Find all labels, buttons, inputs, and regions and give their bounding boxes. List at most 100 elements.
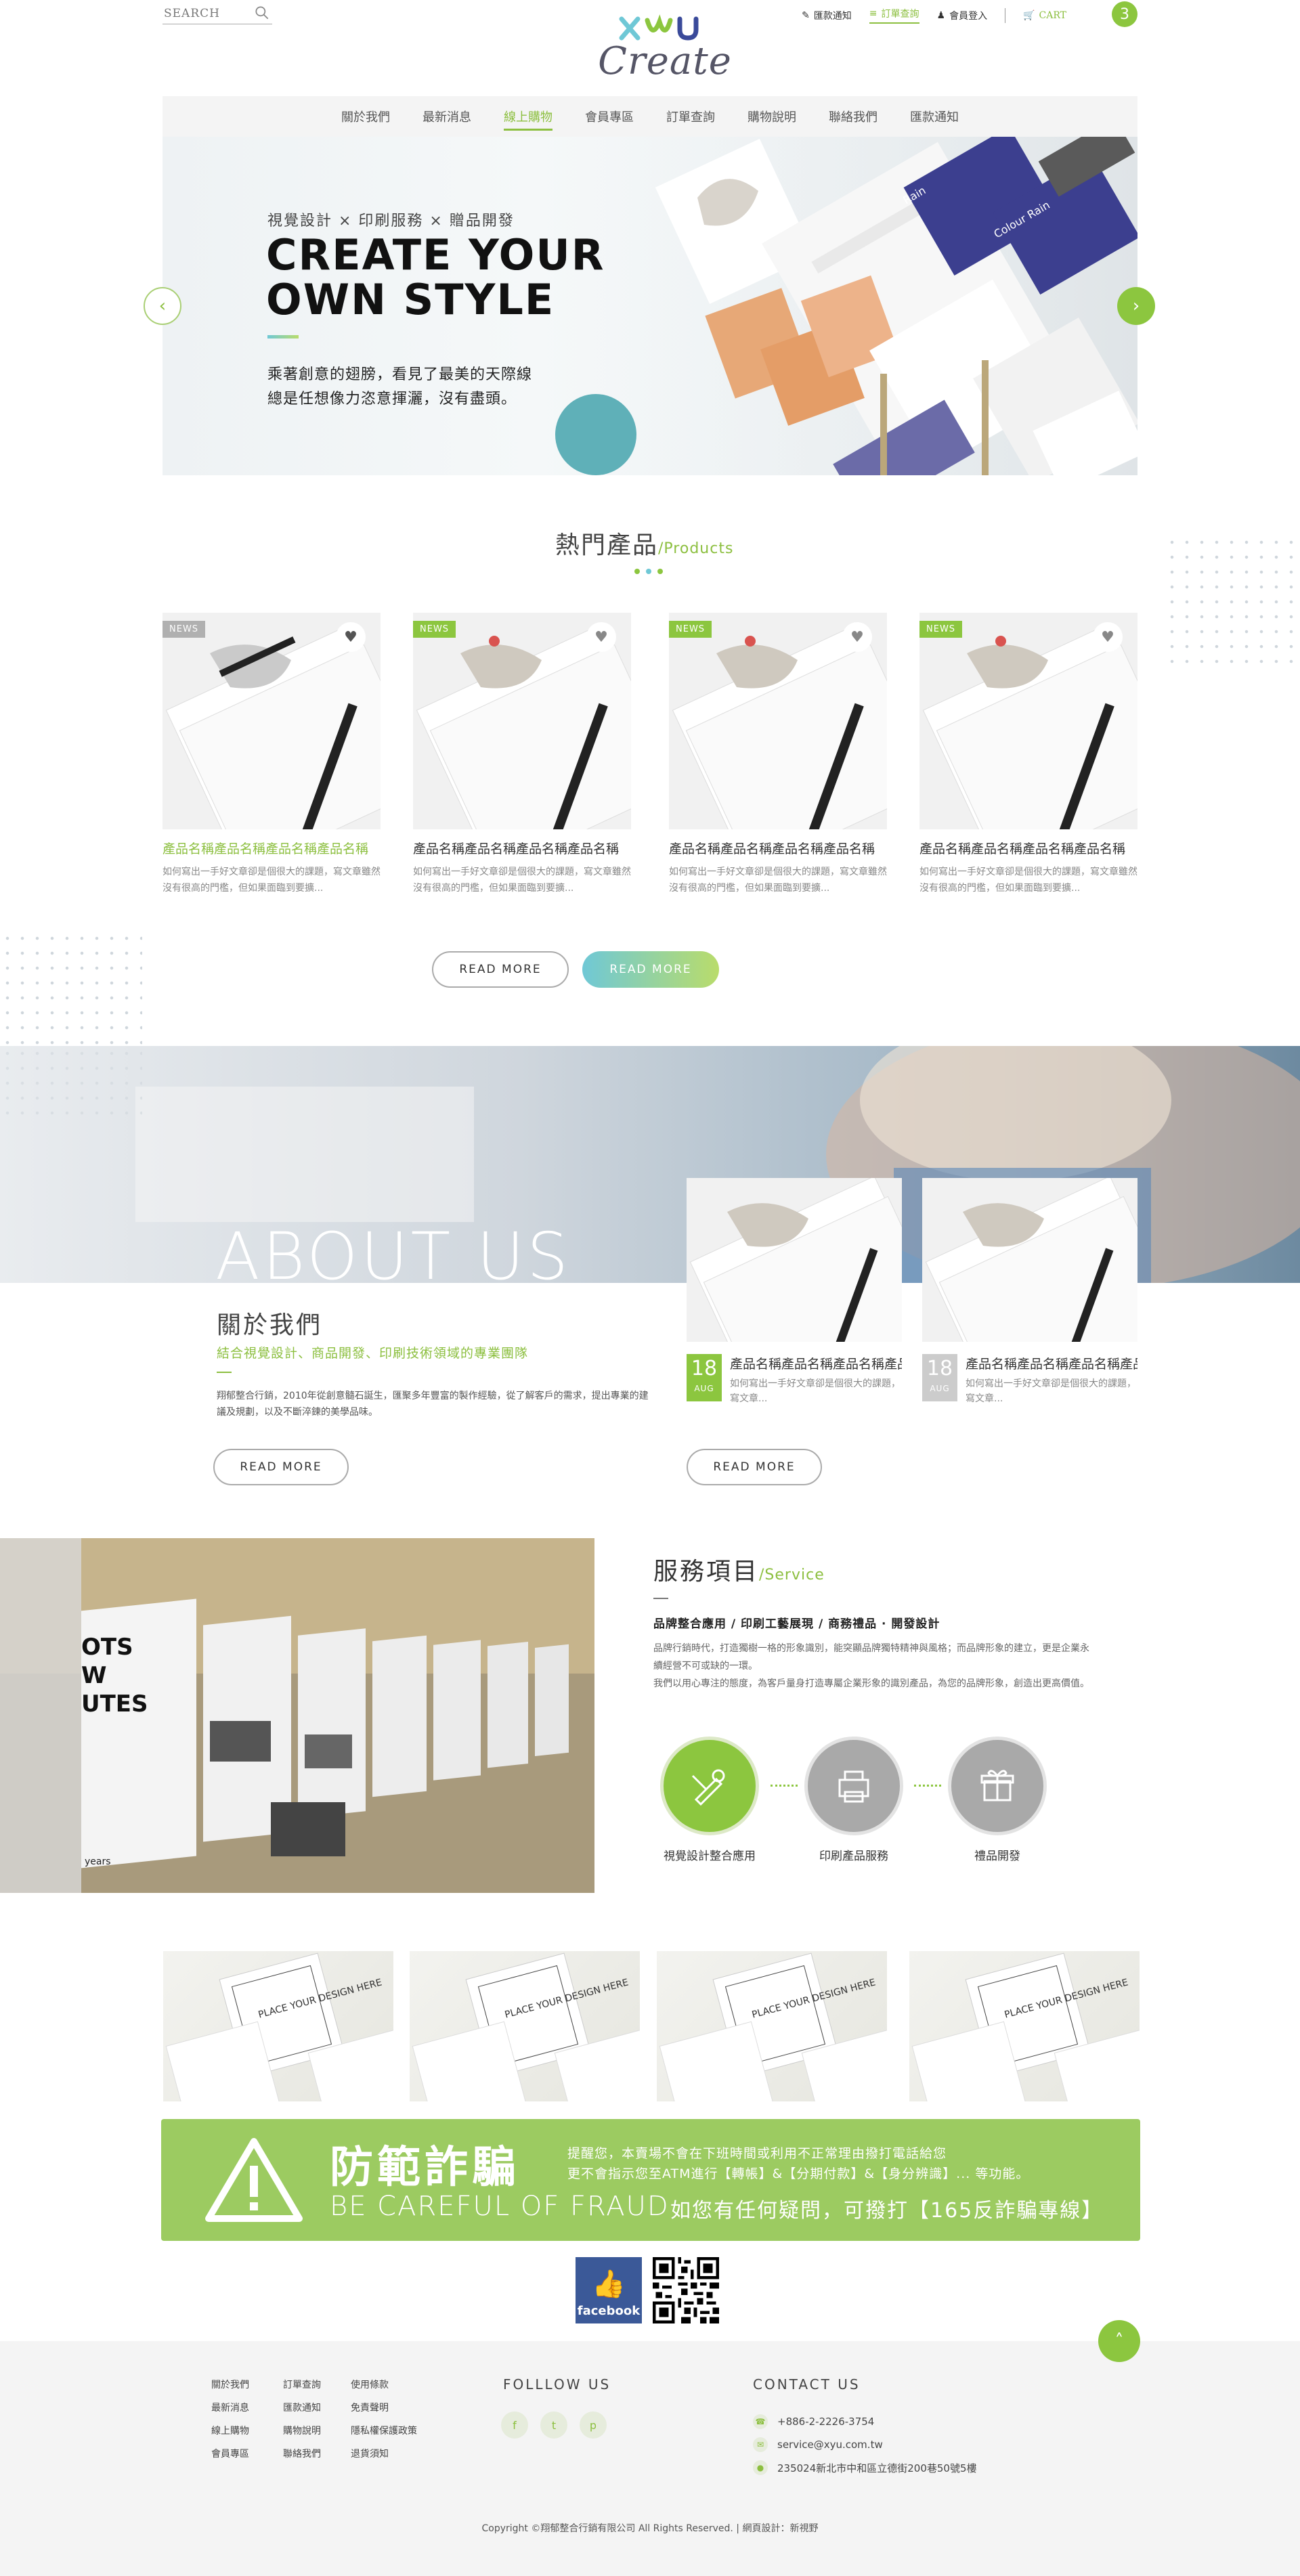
about-title: 關於我們 (217, 1311, 323, 1339)
news-image[interactable] (687, 1178, 902, 1342)
product-name[interactable]: 產品名稱產品名稱產品名稱產品名稱 (919, 839, 1138, 857)
product-image[interactable]: NEWS ♥ (162, 613, 381, 829)
social-links: f t p (501, 2411, 607, 2439)
nav-about[interactable]: 關於我們 (341, 102, 390, 131)
cart-icon: 🛒 (1023, 9, 1035, 21)
nav-shop[interactable]: 線上購物 (504, 102, 552, 131)
product-image[interactable]: NEWS ♥ (413, 613, 631, 829)
gift-icon[interactable] (948, 1737, 1047, 1835)
product-image[interactable]: NEWS ♥ (919, 613, 1138, 829)
nav-contact[interactable]: 聯絡我們 (829, 102, 878, 131)
heart-icon[interactable]: ♥ (336, 622, 366, 652)
products-title-dots (634, 569, 663, 574)
contact-email[interactable]: service@xyu.com.tw (777, 2439, 883, 2451)
gallery-image[interactable]: PLACE YOUR DESIGN HERE (657, 1951, 887, 2101)
member-login-link[interactable]: ♟ 會員登入 (937, 9, 988, 22)
cart-link[interactable]: 🛒 CART (1023, 10, 1066, 21)
product-image[interactable]: NEWS ♥ (669, 613, 887, 829)
decor-dots-about (0, 1046, 142, 1120)
footer-link[interactable]: 線上購物 (211, 2424, 283, 2437)
nav-remit[interactable]: 匯款通知 (910, 102, 959, 131)
cart-count-badge[interactable]: 3 (1112, 1, 1138, 27)
news-card[interactable]: 18AUG 產品名稱產品名稱產品名稱產品名稱如何寫出一手好文章卻是個很大的課題，… (687, 1178, 902, 1406)
service-heading: 品牌整合應用 / 印刷工藝展現 / 商務禮品 · 開發設計 (653, 1617, 940, 1631)
product-desc: 如何寫出一手好文章卻是個很大的課題，寫文章雖然沒有很高的門檻，但如果面臨到要擴.… (162, 867, 381, 894)
heart-icon[interactable]: ♥ (586, 622, 616, 652)
product-card[interactable]: NEWS ♥ 產品名稱產品名稱產品名稱產品名稱 如何寫出一手好文章卻是個很大的課… (413, 613, 631, 913)
products-read-more-button[interactable]: READ MORE (432, 951, 569, 988)
news-image[interactable] (922, 1178, 1138, 1342)
search-input[interactable]: SEARCH (162, 3, 272, 24)
hero-prev-button[interactable]: ‹ (144, 287, 181, 325)
product-desc: 如何寫出一手好文章卻是個很大的課題，寫文章雖然沒有很高的門檻，但如果面臨到要擴.… (413, 867, 631, 894)
order-query-link[interactable]: ≡ 訂單查詢 (869, 7, 919, 24)
footer-link[interactable]: 最新消息 (211, 2401, 283, 2414)
footer-link[interactable]: 會員專區 (211, 2447, 283, 2460)
gallery-image[interactable]: PLACE YOUR DESIGN HERE (410, 1951, 640, 2101)
footer-link[interactable]: 匯款通知 (283, 2401, 351, 2414)
facebook-icon[interactable]: f (501, 2411, 528, 2439)
nav-guide[interactable]: 購物說明 (748, 102, 796, 131)
footer-link[interactable]: 使用條款 (351, 2378, 432, 2391)
news-card[interactable]: 18AUG 產品名稱產品名稱產品名稱產品名稱如何寫出一手好文章卻是個很大的課題，… (922, 1178, 1138, 1406)
news-desc: 如何寫出一手好文章卻是個很大的課題，寫文章... (730, 1378, 901, 1404)
about-read-more-button[interactable]: READ MORE (213, 1449, 349, 1485)
product-card[interactable]: NEWS ♥ 產品名稱產品名稱產品名稱產品名稱 如何寫出一手好文章卻是個很大的課… (162, 613, 381, 913)
footer-link[interactable]: 隱私權保護政策 (351, 2424, 432, 2437)
heart-icon[interactable]: ♥ (842, 622, 872, 652)
footer-link[interactable]: 聯絡我們 (283, 2447, 351, 2460)
search-icon[interactable] (253, 4, 271, 22)
warning-icon (205, 2138, 303, 2222)
product-desc: 如何寫出一手好文章卻是個很大的課題，寫文章雖然沒有很高的門檻，但如果面臨到要擴.… (669, 867, 887, 894)
facebook-button[interactable]: 👍 facebook (576, 2257, 642, 2323)
list-icon: ≡ (869, 8, 878, 19)
main-nav: 關於我們 最新消息 線上購物 會員專區 訂單查詢 購物說明 聯絡我們 匯款通知 (162, 96, 1138, 137)
product-card[interactable]: NEWS ♥ 產品名稱產品名稱產品名稱產品名稱 如何寫出一手好文章卻是個很大的課… (919, 613, 1138, 913)
product-name[interactable]: 產品名稱產品名稱產品名稱產品名稱 (162, 839, 381, 857)
contact-phone[interactable]: +886-2-2226-3754 (777, 2416, 874, 2428)
service-item-gift[interactable]: 禮品開發 (948, 1737, 1047, 1863)
back-to-top-button[interactable]: ˄ (1098, 2320, 1140, 2362)
news-title[interactable]: 產品名稱產品名稱產品名稱產品名稱 (730, 1354, 902, 1372)
footer-link[interactable]: 關於我們 (211, 2378, 283, 2391)
printer-icon[interactable] (804, 1737, 903, 1835)
qr-code[interactable] (653, 2257, 719, 2323)
service-item-print[interactable]: 印刷產品服務 (804, 1737, 903, 1863)
service-item-label: 禮品開發 (974, 1850, 1020, 1863)
remit-icon: ✎ (802, 9, 810, 21)
footer-link[interactable]: 退貨須知 (351, 2447, 432, 2460)
news-date: 18 AUG (687, 1354, 722, 1401)
product-name[interactable]: 產品名稱產品名稱產品名稱產品名稱 (669, 839, 887, 857)
about-description: 翔郁整合行銷，2010年從創意髓石誕生，匯聚多年豐富的製作經驗，從了解客戶的需求… (217, 1391, 649, 1418)
logo-text: Create (598, 39, 732, 83)
design-icon[interactable] (660, 1737, 759, 1835)
heart-icon[interactable]: ♥ (1093, 622, 1123, 652)
nav-order[interactable]: 訂單查詢 (666, 102, 715, 131)
pinterest-icon[interactable]: p (580, 2411, 607, 2439)
news-title[interactable]: 產品名稱產品名稱產品名稱產品名稱 (966, 1354, 1138, 1372)
mail-icon: ✉ (753, 2437, 768, 2452)
dotted-connector (771, 1785, 798, 1787)
service-photo-text: OTS W UTES (81, 1634, 148, 1718)
remit-link[interactable]: ✎ 匯款通知 (802, 9, 852, 22)
location-icon: ● (753, 2460, 768, 2475)
twitter-icon[interactable]: t (540, 2411, 567, 2439)
like-icon: 👍 (592, 2269, 626, 2300)
product-card[interactable]: NEWS ♥ 產品名稱產品名稱產品名稱產品名稱 如何寫出一手好文章卻是個很大的課… (669, 613, 887, 913)
gallery-image[interactable]: PLACE YOUR DESIGN HERE (909, 1951, 1140, 2101)
contact-info: ☎ +886-2-2226-3754 ✉ service@xyu.com.tw ● 2… (753, 2410, 977, 2479)
products-read-more-button-highlight[interactable]: READ MORE (582, 951, 719, 988)
hero-next-button[interactable]: › (1117, 287, 1155, 325)
dotted-connector (914, 1785, 941, 1787)
footer-link[interactable]: 免責聲明 (351, 2401, 432, 2414)
nav-member[interactable]: 會員專區 (585, 102, 634, 131)
product-name[interactable]: 產品名稱產品名稱產品名稱產品名稱 (413, 839, 631, 857)
footer-link[interactable]: 購物說明 (283, 2424, 351, 2437)
gallery-image[interactable]: PLACE YOUR DESIGN HERE (163, 1951, 393, 2101)
hero-description: 乘著創意的翅膀，看見了最美的天際線 總是任想像力恣意揮灑，沒有盡頭。 (267, 366, 533, 408)
service-item-design[interactable]: 視覺設計整合應用 (660, 1737, 759, 1863)
news-read-more-button[interactable]: READ MORE (687, 1449, 822, 1485)
copyright: Copyright ©翔郁整合行銷有限公司 All Rights Reserve… (481, 2523, 819, 2534)
nav-news[interactable]: 最新消息 (422, 102, 471, 131)
footer-link[interactable]: 訂單查詢 (283, 2378, 351, 2391)
